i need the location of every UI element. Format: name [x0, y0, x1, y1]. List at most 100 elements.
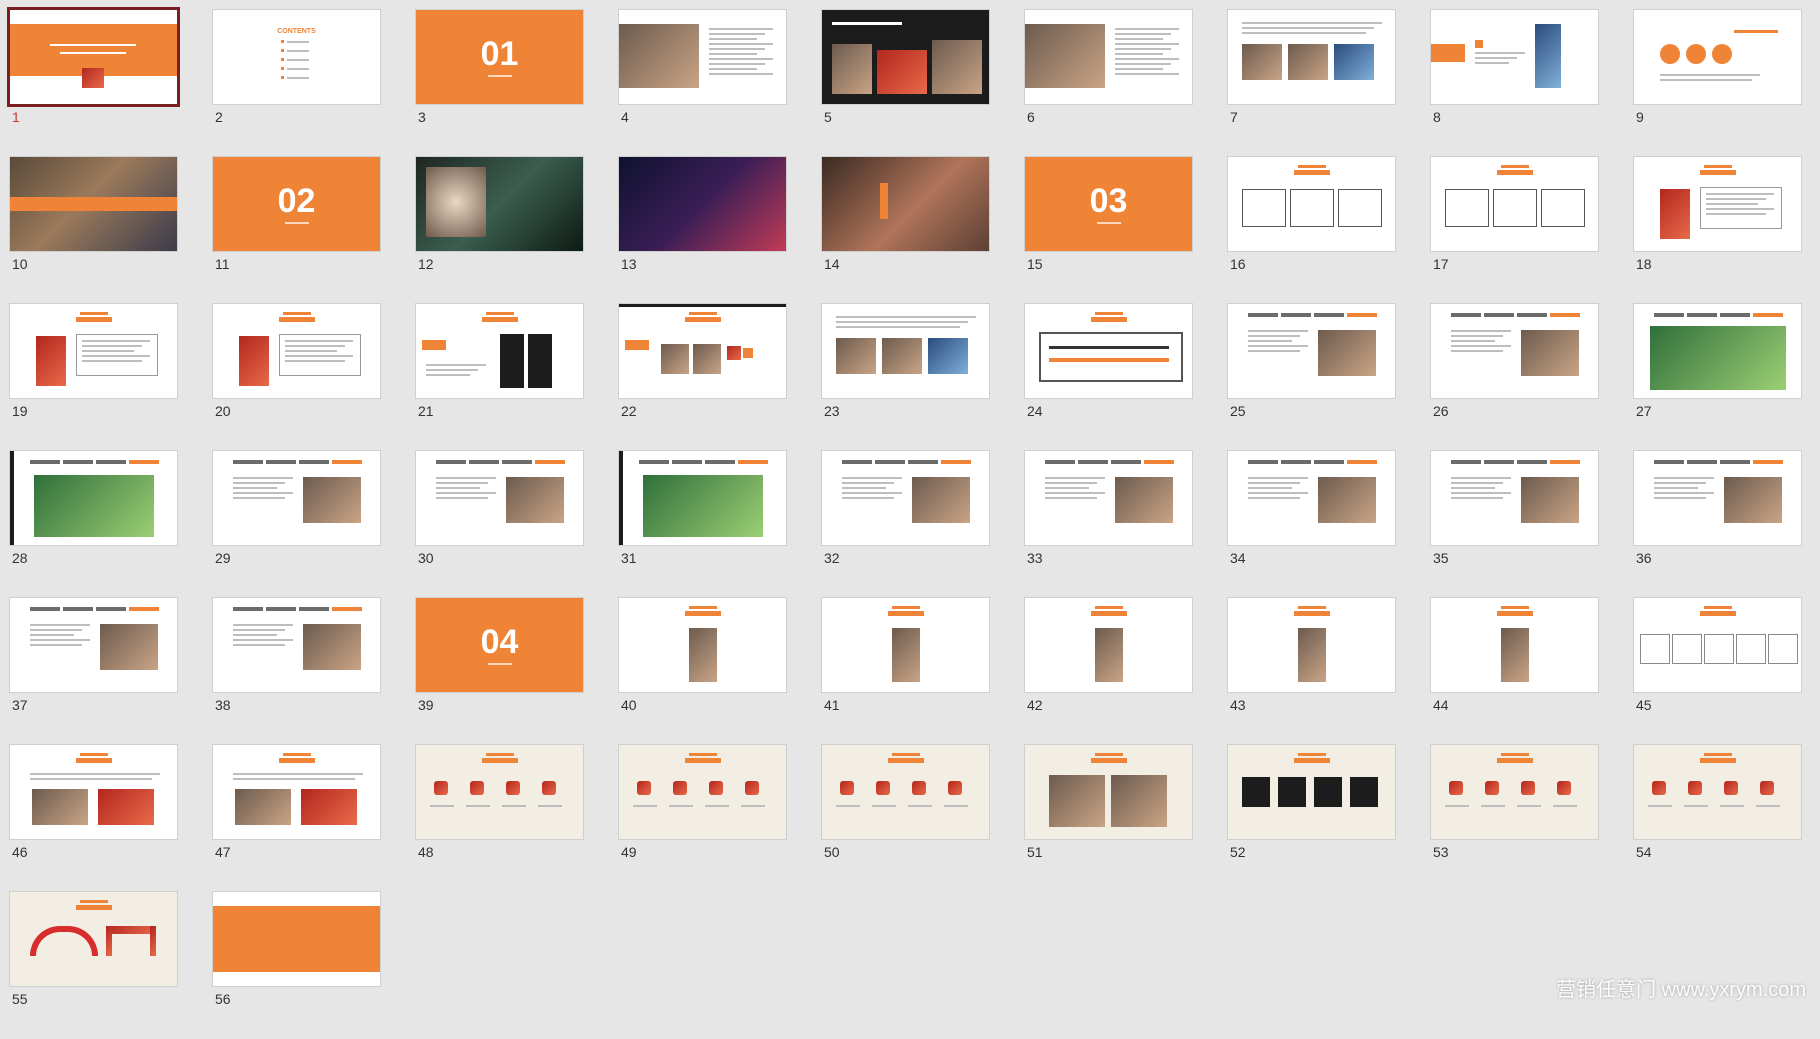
- slide-thumbnail[interactable]: [1025, 745, 1192, 839]
- slide-thumbnail[interactable]: [10, 892, 177, 986]
- slide-thumbnail[interactable]: [822, 451, 989, 545]
- text-line: [1248, 350, 1300, 352]
- side-rule: [10, 451, 14, 545]
- slide-thumbnail[interactable]: [416, 157, 583, 251]
- slide-header-bar: [689, 312, 717, 315]
- slide-thumbnail[interactable]: [1431, 304, 1598, 398]
- slide-thumbnail[interactable]: [619, 451, 786, 545]
- slide-thumbnail-cell: 4: [619, 10, 786, 157]
- slide-header-tag: [482, 758, 518, 763]
- timeline-step: [1248, 313, 1278, 317]
- photo-image: [836, 338, 876, 374]
- slide-thumbnail[interactable]: [10, 10, 177, 104]
- slide-thumbnail[interactable]: [1634, 598, 1801, 692]
- slide-thumbnail[interactable]: [1025, 598, 1192, 692]
- slide-thumbnail[interactable]: 03: [1025, 157, 1192, 251]
- text-line: [842, 477, 902, 479]
- slide-thumbnail[interactable]: [619, 157, 786, 251]
- app-tag: [1431, 44, 1465, 62]
- slide-thumbnail[interactable]: [416, 745, 583, 839]
- tshirt-image: [1242, 777, 1270, 807]
- text-line: [1115, 28, 1179, 30]
- slide-header-tag: [1497, 611, 1533, 616]
- slide-thumbnail[interactable]: [1228, 157, 1395, 251]
- slide-thumbnail[interactable]: [213, 892, 380, 986]
- slide-thumbnail[interactable]: [619, 598, 786, 692]
- element-tile: [1652, 781, 1666, 795]
- caption-line: [872, 805, 896, 807]
- slide-thumbnail[interactable]: [1228, 598, 1395, 692]
- slide-thumbnail[interactable]: [1228, 10, 1395, 104]
- slide-thumbnail[interactable]: [619, 745, 786, 839]
- element-tile: [840, 781, 854, 795]
- timeline-step: [1720, 313, 1750, 317]
- text-line: [233, 492, 293, 494]
- slide-thumbnail[interactable]: [1634, 451, 1801, 545]
- slide-thumbnail[interactable]: [1228, 304, 1395, 398]
- caption-line: [1756, 805, 1780, 807]
- slide-thumbnail[interactable]: [416, 451, 583, 545]
- slide-thumbnail[interactable]: [822, 10, 989, 104]
- slide-thumbnail[interactable]: [1228, 745, 1395, 839]
- timeline-step: [1550, 313, 1580, 317]
- slide-thumbnail[interactable]: [1431, 157, 1598, 251]
- slide-thumbnail[interactable]: 02: [213, 157, 380, 251]
- slide-thumbnail[interactable]: [10, 157, 177, 251]
- text-line: [709, 63, 765, 65]
- slide-thumbnail[interactable]: [1634, 304, 1801, 398]
- slide-thumbnail[interactable]: [416, 304, 583, 398]
- timeline-step: [1687, 460, 1717, 464]
- slide-thumbnail[interactable]: 01: [416, 10, 583, 104]
- timeline-step: [1144, 460, 1174, 464]
- circle-marker: [1660, 44, 1680, 64]
- slide-thumbnail[interactable]: CONTENTS: [213, 10, 380, 104]
- element-tile: [1760, 781, 1774, 795]
- slide-number: 3: [418, 109, 426, 125]
- slide-thumbnail-cell: 36: [1634, 451, 1801, 598]
- timeline-step: [738, 460, 768, 464]
- slide-thumbnail[interactable]: [822, 157, 989, 251]
- slide-thumbnail[interactable]: [10, 598, 177, 692]
- top-rule: [619, 304, 786, 307]
- slide-thumbnail[interactable]: 04: [416, 598, 583, 692]
- slide-thumbnail[interactable]: [822, 745, 989, 839]
- slide-header-bar: [1298, 165, 1326, 168]
- slide-thumbnail[interactable]: [1025, 451, 1192, 545]
- slide-thumbnail[interactable]: [1634, 157, 1801, 251]
- slide-thumbnail[interactable]: [1431, 10, 1598, 104]
- slide-thumbnail[interactable]: [1228, 451, 1395, 545]
- timeline-step: [1484, 313, 1514, 317]
- slide-thumbnail[interactable]: [619, 304, 786, 398]
- slide-thumbnail-cell: 16: [1228, 157, 1395, 304]
- slide-thumbnail[interactable]: [1431, 745, 1598, 839]
- slide-thumbnail[interactable]: [213, 745, 380, 839]
- slide-thumbnail[interactable]: [10, 745, 177, 839]
- slide-thumbnail[interactable]: [10, 451, 177, 545]
- slide-thumbnail[interactable]: [1634, 10, 1801, 104]
- timeline-step: [1111, 460, 1141, 464]
- photo-image: [1242, 44, 1282, 80]
- timeline-step: [129, 460, 159, 464]
- slide-thumbnail[interactable]: [213, 598, 380, 692]
- slide-thumbnail[interactable]: [213, 304, 380, 398]
- slide-thumbnail[interactable]: [822, 304, 989, 398]
- slide-thumbnail[interactable]: [1634, 745, 1801, 839]
- caption-line: [669, 805, 693, 807]
- slide-thumbnail[interactable]: [1025, 10, 1192, 104]
- slide-thumbnail[interactable]: [822, 598, 989, 692]
- map-image: [1650, 326, 1786, 390]
- info-box: [1290, 189, 1334, 227]
- slide-thumbnail[interactable]: [1431, 451, 1598, 545]
- slide-thumbnail-cell: 1: [10, 10, 177, 157]
- slide-thumbnail[interactable]: [619, 10, 786, 104]
- text-line: [82, 360, 142, 362]
- photo-image: [1521, 477, 1579, 523]
- slide-thumbnail[interactable]: [10, 304, 177, 398]
- slide-thumbnail[interactable]: [1025, 304, 1192, 398]
- slide-number: 38: [215, 697, 231, 713]
- slide-thumbnail[interactable]: [1431, 598, 1598, 692]
- text-line: [1654, 477, 1714, 479]
- slide-thumbnail[interactable]: [213, 451, 380, 545]
- slide-thumbnail-cell: 56: [213, 892, 380, 1039]
- text-line: [709, 43, 773, 45]
